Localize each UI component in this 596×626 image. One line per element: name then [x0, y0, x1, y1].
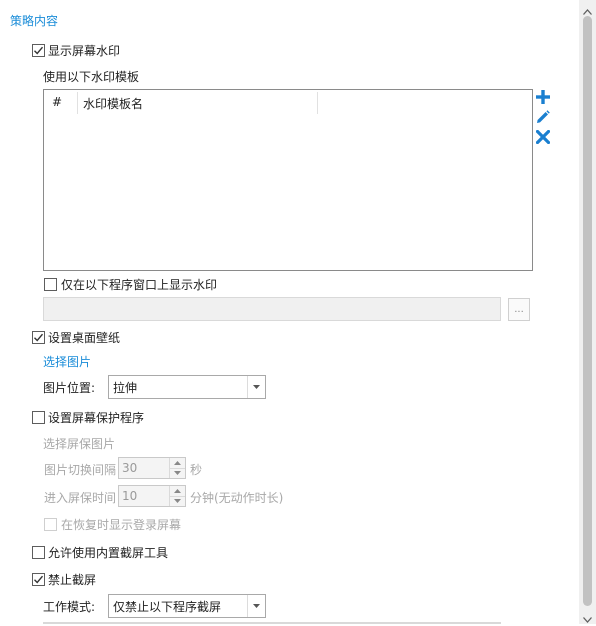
spin-up-icon[interactable]	[170, 486, 185, 496]
only-window-label: 仅在以下程序窗口上显示水印	[61, 278, 218, 292]
interval-unit: 秒	[190, 463, 203, 477]
template-label: 使用以下水印模板	[43, 70, 140, 84]
work-mode-value: 仅禁止以下程序截屏	[113, 599, 222, 614]
work-mode-label: 工作模式:	[43, 600, 96, 614]
only-window-checkbox[interactable]	[44, 278, 57, 291]
table-header: # 水印模板名	[44, 90, 532, 114]
idle-time-spinbox[interactable]: 10	[118, 485, 186, 507]
chevron-down-icon[interactable]	[247, 376, 265, 398]
block-screenshot-label: 禁止截屏	[48, 573, 97, 587]
picture-position-value: 拉伸	[113, 380, 138, 395]
interval-label: 图片切换间隔	[44, 463, 117, 477]
checkmark-icon	[34, 333, 44, 342]
column-divider[interactable]	[77, 92, 78, 114]
block-screenshot-checkbox[interactable]	[32, 573, 45, 586]
picture-position-label: 图片位置:	[43, 381, 96, 395]
program-path-input[interactable]	[43, 297, 501, 321]
browse-button[interactable]: ...	[508, 298, 530, 321]
checkmark-icon	[34, 46, 44, 55]
idle-time-value[interactable]: 10	[119, 489, 169, 503]
set-screensaver-checkbox[interactable]	[32, 411, 45, 424]
column-divider[interactable]	[317, 92, 318, 114]
delete-x-icon[interactable]	[535, 129, 551, 145]
column-header-template-name[interactable]: 水印模板名	[83, 95, 143, 112]
watermark-template-table[interactable]: # 水印模板名	[43, 89, 533, 271]
checkmark-icon	[34, 575, 44, 584]
idle-time-unit: 分钟(无动作时长)	[190, 491, 284, 505]
resume-login-label: 在恢复时显示登录屏幕	[61, 518, 182, 532]
chevron-down-icon[interactable]	[247, 595, 265, 617]
spin-down-icon[interactable]	[170, 467, 185, 479]
edit-pencil-icon[interactable]	[535, 109, 551, 125]
picture-position-dropdown[interactable]: 拉伸	[108, 375, 266, 399]
interval-value[interactable]: 30	[119, 461, 169, 475]
plus-icon[interactable]	[535, 89, 551, 105]
allow-builtin-screenshot-label: 允许使用内置截屏工具	[48, 546, 169, 560]
show-watermark-checkbox[interactable]	[32, 44, 45, 57]
set-screensaver-label: 设置屏幕保护程序	[48, 411, 145, 425]
interval-spinbox[interactable]: 30	[118, 457, 186, 479]
work-mode-dropdown[interactable]: 仅禁止以下程序截屏	[108, 594, 266, 618]
set-wallpaper-checkbox[interactable]	[32, 331, 45, 344]
choose-screensaver-picture-label: 选择屏保图片	[43, 437, 116, 451]
set-wallpaper-label: 设置桌面壁纸	[48, 331, 121, 345]
vertical-scrollbar[interactable]	[579, 0, 596, 624]
column-header-index[interactable]: #	[52, 95, 62, 109]
spin-down-icon[interactable]	[170, 495, 185, 507]
resume-login-checkbox[interactable]	[44, 518, 57, 531]
choose-picture-link[interactable]: 选择图片	[43, 353, 91, 370]
allow-builtin-screenshot-checkbox[interactable]	[32, 546, 45, 559]
show-watermark-label: 显示屏幕水印	[48, 44, 121, 58]
scrollbar-thumb[interactable]	[583, 16, 592, 606]
idle-time-label: 进入屏保时间	[44, 491, 117, 505]
spin-up-icon[interactable]	[170, 458, 185, 468]
section-title: 策略内容	[10, 14, 59, 28]
